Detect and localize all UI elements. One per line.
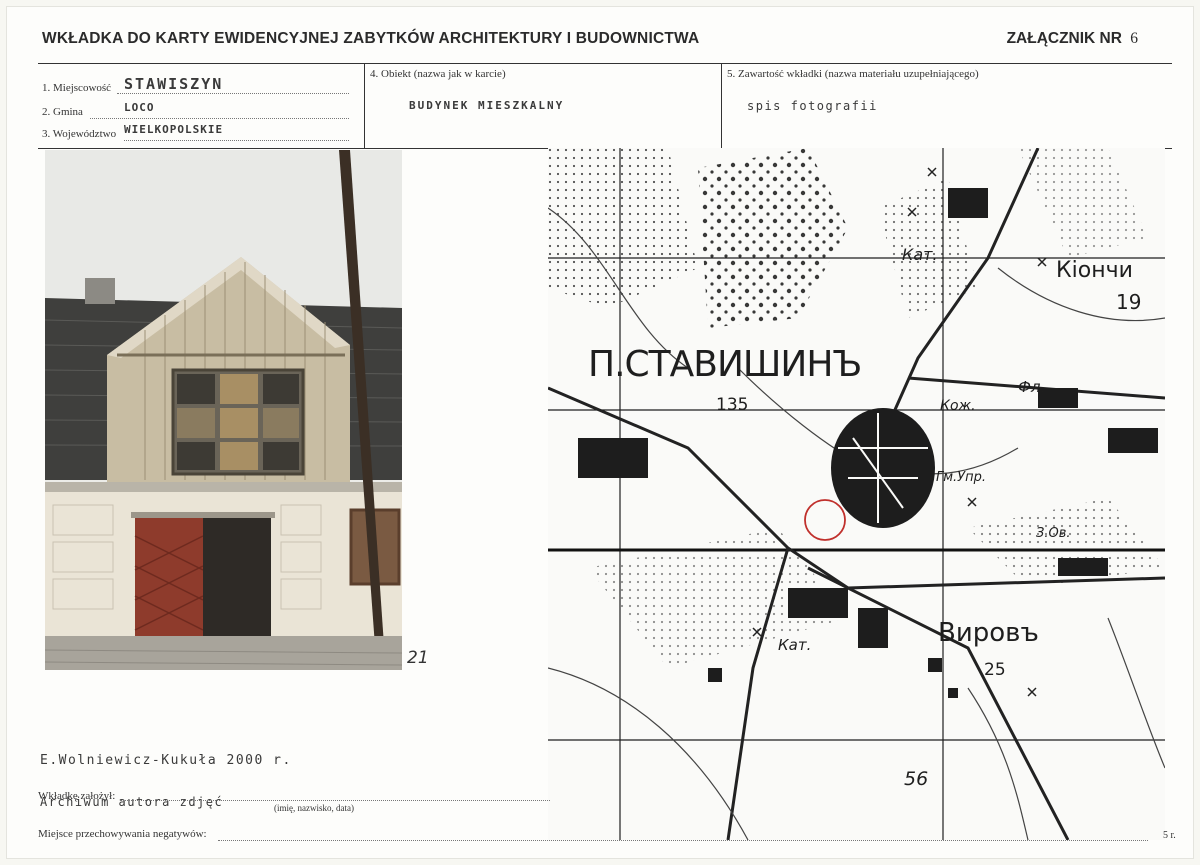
- prepared-by-typed: Archiwum autora zdjęć: [40, 795, 224, 809]
- contents-value: spis fotografii: [747, 99, 878, 113]
- voivodeship-dots: [124, 140, 349, 141]
- object-value: BUDYNEK MIESZKALNY: [409, 99, 565, 112]
- contents-label: 5. Zawartość wkładki (nazwa materiału uz…: [727, 68, 979, 80]
- locality-value: STAWISZYN: [124, 75, 224, 93]
- map-label-num-56: 56: [904, 768, 929, 790]
- map-label-town: П.СТАВИШИНЪ: [588, 344, 862, 385]
- locality-label: 1. Miejscowość: [42, 82, 112, 94]
- building-photo: [45, 150, 402, 670]
- commune-label: 2. Gmina: [42, 106, 83, 118]
- map-label-kionchin: Кіончи: [1056, 258, 1133, 283]
- storage-dots: [218, 840, 1148, 841]
- annex-label: ZAŁĄCZNIK NR 6: [1007, 30, 1138, 48]
- map-label-kat-1: Кат.: [902, 245, 938, 264]
- annex-label-text: ZAŁĄCZNIK NR: [1006, 30, 1122, 47]
- commune-dots: [90, 118, 349, 119]
- map-label-virov: Вировъ: [938, 618, 1039, 648]
- map-label-koj: Кож.: [940, 398, 976, 414]
- map-label-num-19: 19: [1116, 290, 1142, 314]
- map-label-zav: З.Ов.: [1036, 526, 1071, 541]
- table-divider-1: [364, 63, 365, 148]
- commune-value: LOCO: [124, 101, 155, 114]
- map-label-kat-2: Кат.: [778, 636, 812, 654]
- prepared-by-dots: [120, 800, 550, 801]
- map-label-fl: Фл.: [1018, 378, 1046, 396]
- historic-map: П.СТАВИШИНЪ 135 Кіончи 19 Вировъ 25 56 К…: [548, 148, 1165, 840]
- photo-author-typed: E.Wolniewicz-Kukuła 2000 r.: [40, 753, 292, 768]
- table-divider-2: [721, 63, 722, 148]
- form-title: WKŁADKA DO KARTY EWIDENCYJNEJ ZABYTKÓW A…: [42, 30, 700, 47]
- locality-dots: [117, 93, 349, 94]
- object-label: 4. Obiekt (nazwa jak w karcie): [370, 68, 506, 80]
- photo-number: 21: [407, 648, 429, 668]
- map-label-num-25: 25: [984, 660, 1006, 680]
- voivodeship-label: 3. Województwo: [42, 128, 117, 140]
- page-mark: 5 r.: [1163, 830, 1176, 841]
- annex-number: 6: [1130, 30, 1138, 47]
- map-label-town-num: 135: [716, 395, 749, 415]
- prepared-by-hint: (imię, nazwisko, data): [274, 803, 354, 813]
- voivodeship-value: WIELKOPOLSKIE: [124, 123, 224, 136]
- map-label-gm-upr: Гм.Упр.: [936, 470, 986, 485]
- table-top-line: [38, 63, 1172, 64]
- storage-label: Miejsce przechowywania negatywów:: [38, 828, 207, 840]
